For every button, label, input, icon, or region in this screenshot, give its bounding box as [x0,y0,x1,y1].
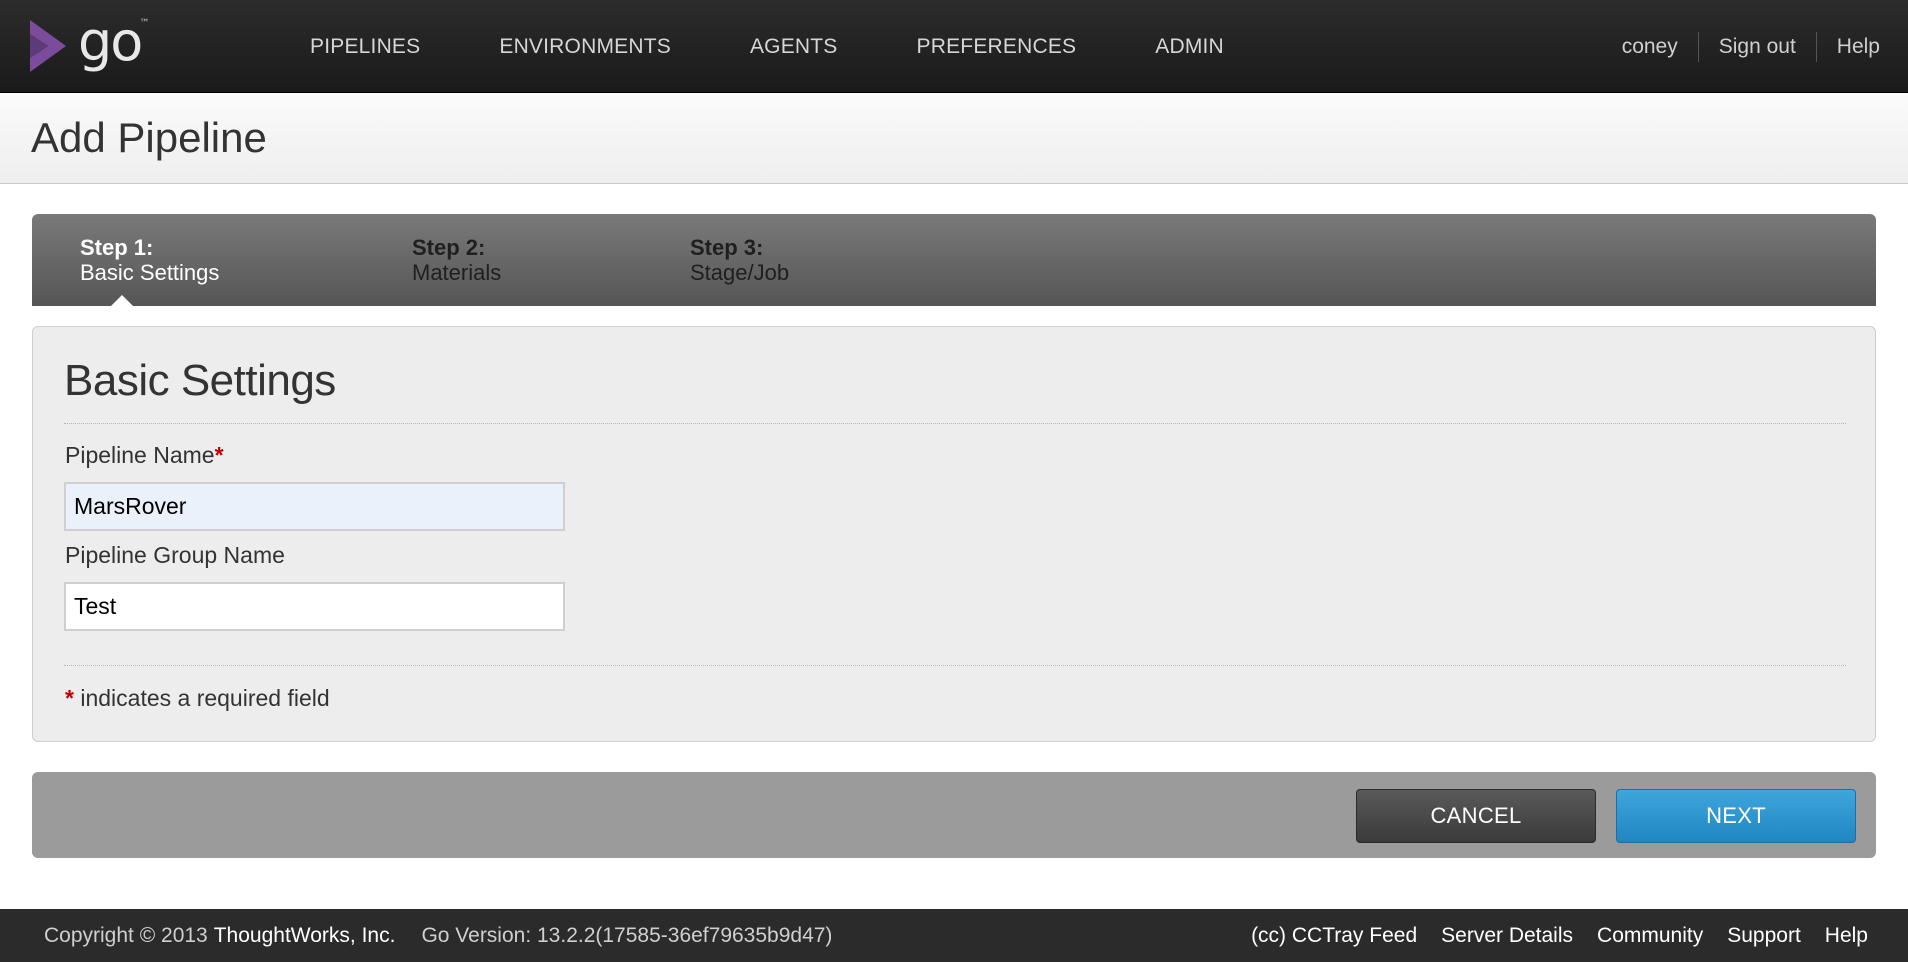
wizard-step-basic-settings[interactable]: Step 1: Basic Settings [80,235,219,285]
step-label: Basic Settings [80,260,220,285]
basic-settings-panel: Basic Settings Pipeline Name* MarsRover … [32,326,1876,742]
footer-help-link[interactable]: Help [1825,924,1868,948]
user-nav: coney Sign out Help [1602,0,1880,93]
logo-wordmark: go ™ [78,10,149,73]
go-logo[interactable]: go ™ [28,10,149,76]
step-number: Step 2: [412,235,486,260]
community-link[interactable]: Community [1597,924,1703,948]
nav-admin[interactable]: ADMIN [1155,35,1224,59]
footer-info: Copyright © 2013 ThoughtWorks, Inc. Go V… [44,909,832,962]
support-link[interactable]: Support [1727,924,1801,948]
cancel-button[interactable]: CANCEL [1356,789,1596,843]
help-link[interactable]: Help [1815,31,1880,62]
copyright-text: Copyright © 2013 [44,923,208,947]
required-field-note: * indicates a required field [65,685,330,711]
pipeline-name-label: Pipeline Name* [65,442,224,468]
divider [64,423,1846,424]
divider [64,665,1846,666]
active-step-pointer [110,295,134,307]
wizard-step-materials[interactable]: Step 2: Materials [412,235,501,285]
sign-out-link[interactable]: Sign out [1697,31,1816,62]
wizard-steps-bar: Step 1: Basic Settings Step 2: Materials… [32,214,1876,307]
step-number: Step 3: [690,235,764,260]
nav-environments[interactable]: ENVIRONMENTS [499,35,671,59]
thoughtworks-link[interactable]: ThoughtWorks, Inc. [214,924,396,948]
footer: Copyright © 2013 ThoughtWorks, Inc. Go V… [0,909,1908,962]
pipeline-group-name-input[interactable]: Test [64,582,565,631]
wizard-actions-bar: CANCEL NEXT [32,772,1876,858]
required-asterisk: * [214,442,224,468]
go-play-logo-icon [30,20,66,72]
footer-links: (cc) CCTray Feed Server Details Communit… [1227,909,1868,962]
server-details-link[interactable]: Server Details [1441,924,1573,948]
main-nav: PIPELINES ENVIRONMENTS AGENTS PREFERENCE… [310,0,1303,93]
top-navigation-bar: go ™ PIPELINES ENVIRONMENTS AGENTS PREFER… [0,0,1908,93]
nav-preferences[interactable]: PREFERENCES [917,35,1077,59]
page-title-band: Add Pipeline [0,93,1908,184]
nav-agents[interactable]: AGENTS [750,35,838,59]
cctray-feed-link[interactable]: (cc) CCTray Feed [1251,924,1417,948]
pipeline-name-input[interactable]: MarsRover [64,482,565,531]
step-label: Stage/Job [690,260,790,285]
go-version: Go Version: 13.2.2(17585-36ef79635b9d47) [421,923,833,947]
step-number: Step 1: [80,235,154,260]
wizard-step-stage-job[interactable]: Step 3: Stage/Job [690,235,789,285]
step-label: Materials [412,260,502,285]
pipeline-group-name-label: Pipeline Group Name [65,542,285,568]
page-title: Add Pipeline [31,114,267,161]
next-button[interactable]: NEXT [1616,789,1856,843]
nav-pipelines[interactable]: PIPELINES [310,35,420,59]
current-username: coney [1621,34,1678,58]
section-heading: Basic Settings [64,356,336,405]
